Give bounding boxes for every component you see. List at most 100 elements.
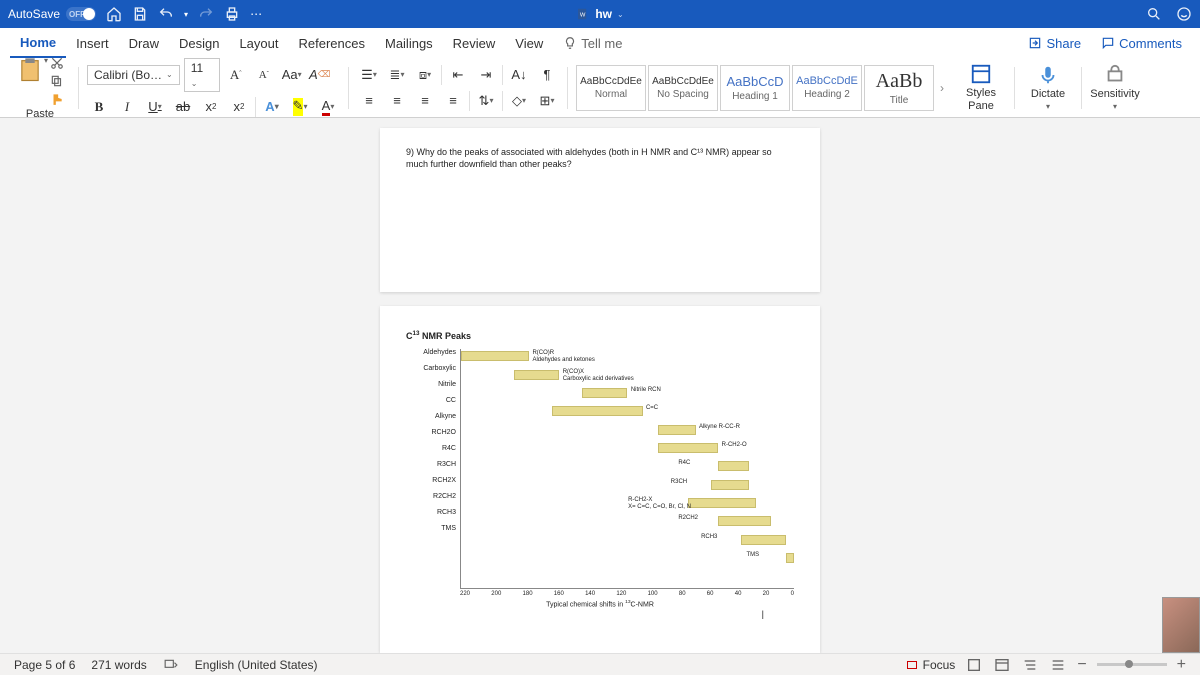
undo-chevron-icon[interactable]: ▾	[184, 10, 188, 19]
style-title[interactable]: AaBbTitle	[864, 65, 934, 111]
font-size-select[interactable]: 11 ⌄	[184, 58, 220, 92]
autosave-label: AutoSave	[8, 7, 60, 21]
style-heading-1[interactable]: AaBbCcDHeading 1	[720, 65, 790, 111]
redo-icon[interactable]	[198, 6, 214, 22]
tab-mailings[interactable]: Mailings	[375, 28, 443, 58]
numbering-button[interactable]: ≣ ▾	[385, 64, 409, 86]
ribbon: ▾ Paste Calibri (Bo…⌄ 11 ⌄ Aˆ Aˇ Aa ▾ A⌫…	[0, 58, 1200, 118]
tab-review[interactable]: Review	[443, 28, 506, 58]
toggle-pill[interactable]: OFF	[66, 7, 96, 21]
chart-bar	[658, 443, 719, 453]
change-case-button[interactable]: Aa ▾	[280, 64, 304, 86]
print-icon[interactable]	[224, 6, 240, 22]
save-icon[interactable]	[132, 6, 148, 22]
word-count[interactable]: 271 words	[91, 658, 146, 672]
print-layout-view-icon[interactable]	[965, 657, 983, 673]
shrink-font-button[interactable]: Aˇ	[252, 64, 276, 86]
tell-me[interactable]: Tell me	[553, 28, 632, 58]
outline-view-icon[interactable]	[1021, 657, 1039, 673]
copy-icon[interactable]	[50, 74, 64, 88]
shading-button[interactable]: ◇ ▾	[507, 90, 531, 112]
chart-bar	[658, 425, 696, 435]
bold-button[interactable]: B	[87, 96, 111, 118]
increase-indent-button[interactable]: ⇥	[474, 64, 498, 86]
align-left-button[interactable]: ≡	[357, 90, 381, 112]
zoom-out-button[interactable]: −	[1077, 656, 1086, 674]
tab-home[interactable]: Home	[10, 28, 66, 58]
font-name-select[interactable]: Calibri (Bo…⌄	[87, 65, 180, 85]
decrease-indent-button[interactable]: ⇤	[446, 64, 470, 86]
tab-draw[interactable]: Draw	[119, 28, 169, 58]
highlight-button[interactable]: ✎ ▾	[288, 96, 312, 118]
sensitivity-button[interactable]: Sensitivity ▾	[1090, 64, 1140, 111]
focus-mode[interactable]: Focus	[905, 658, 956, 672]
zoom-in-button[interactable]: +	[1177, 656, 1186, 674]
paste-chevron[interactable]: ▾	[44, 56, 48, 65]
text-effects-button[interactable]: A ▾	[260, 96, 284, 118]
styles-scroll[interactable]: ›	[936, 65, 948, 111]
toggle-knob	[83, 8, 95, 20]
styles-gallery: AaBbCcDdEeNormal AaBbCcDdEeNo Spacing Aa…	[576, 65, 948, 111]
tab-references[interactable]: References	[289, 28, 375, 58]
italic-button[interactable]: I	[115, 96, 139, 118]
more-icon[interactable]: ⋯	[250, 7, 264, 21]
page-6[interactable]: C13 NMR Peaks Aldehydes Carboxylic Nitri…	[380, 306, 820, 653]
paste-button[interactable]: ▾ Paste	[10, 56, 70, 120]
comments-label: Comments	[1119, 36, 1182, 51]
borders-button[interactable]: ⊞ ▾	[535, 90, 559, 112]
subscript-button[interactable]: x2	[199, 96, 223, 118]
comments-button[interactable]: Comments	[1093, 36, 1190, 51]
chart-bar	[711, 480, 749, 490]
autosave-toggle[interactable]: AutoSave OFF	[8, 7, 96, 21]
bulb-icon	[563, 36, 577, 50]
tab-layout[interactable]: Layout	[229, 28, 288, 58]
styles-pane-button[interactable]: Styles Pane	[956, 63, 1006, 111]
align-right-button[interactable]: ≡	[413, 90, 437, 112]
spellcheck-icon[interactable]	[163, 658, 179, 672]
grow-font-button[interactable]: Aˆ	[224, 64, 248, 86]
tab-design[interactable]: Design	[169, 28, 229, 58]
search-icon[interactable]	[1146, 6, 1162, 22]
ribbon-tabs: Home Insert Draw Design Layout Reference…	[0, 28, 1200, 58]
chart-bar	[514, 370, 559, 380]
style-no-spacing[interactable]: AaBbCcDdEeNo Spacing	[648, 65, 718, 111]
sort-button[interactable]: A↓	[507, 64, 531, 86]
align-center-button[interactable]: ≡	[385, 90, 409, 112]
chart-bar	[741, 535, 786, 545]
draft-view-icon[interactable]	[1049, 657, 1067, 673]
tab-insert[interactable]: Insert	[66, 28, 119, 58]
home-icon[interactable]	[106, 6, 122, 22]
bullets-button[interactable]: ☰ ▾	[357, 64, 381, 86]
video-thumbnail[interactable]	[1162, 597, 1200, 653]
font-group: Calibri (Bo…⌄ 11 ⌄ Aˆ Aˇ Aa ▾ A⌫ B I U ▾…	[87, 58, 340, 118]
multilevel-button[interactable]: ⧈ ▾	[413, 64, 437, 86]
share-label: Share	[1046, 36, 1081, 51]
cut-icon[interactable]	[50, 56, 64, 70]
strikethrough-button[interactable]: ab	[171, 96, 195, 118]
chart-annotation: Carboxylic acid derivatives	[563, 376, 634, 382]
justify-button[interactable]: ≡	[441, 90, 465, 112]
clear-formatting-button[interactable]: A⌫	[308, 64, 332, 86]
dictate-button[interactable]: Dictate ▾	[1023, 64, 1073, 111]
page-indicator[interactable]: Page 5 of 6	[14, 658, 75, 672]
underline-button[interactable]: U ▾	[143, 96, 167, 118]
share-button[interactable]: Share	[1020, 36, 1089, 51]
language-indicator[interactable]: English (United States)	[195, 658, 318, 672]
format-painter-icon[interactable]	[50, 92, 64, 106]
zoom-slider[interactable]	[1097, 663, 1167, 666]
style-heading-2[interactable]: AaBbCcDdEHeading 2	[792, 65, 862, 111]
chart-y-labels: Aldehydes Carboxylic Nitrile CC Alkyne R…	[406, 349, 460, 589]
line-spacing-button[interactable]: ⇅ ▾	[474, 90, 498, 112]
superscript-button[interactable]: x2	[227, 96, 251, 118]
page-5[interactable]: 9) Why do the peaks of associated with a…	[380, 128, 820, 292]
web-layout-view-icon[interactable]	[993, 657, 1011, 673]
font-color-button[interactable]: A ▾	[316, 96, 340, 118]
smiley-icon[interactable]	[1176, 6, 1192, 22]
show-marks-button[interactable]: ¶	[535, 64, 559, 86]
tab-view[interactable]: View	[505, 28, 553, 58]
undo-icon[interactable]	[158, 6, 174, 22]
styles-pane-label: Styles Pane	[956, 87, 1006, 111]
doc-chevron-icon[interactable]: ⌄	[617, 10, 624, 19]
chart-bar	[718, 461, 748, 471]
style-normal[interactable]: AaBbCcDdEeNormal	[576, 65, 646, 111]
